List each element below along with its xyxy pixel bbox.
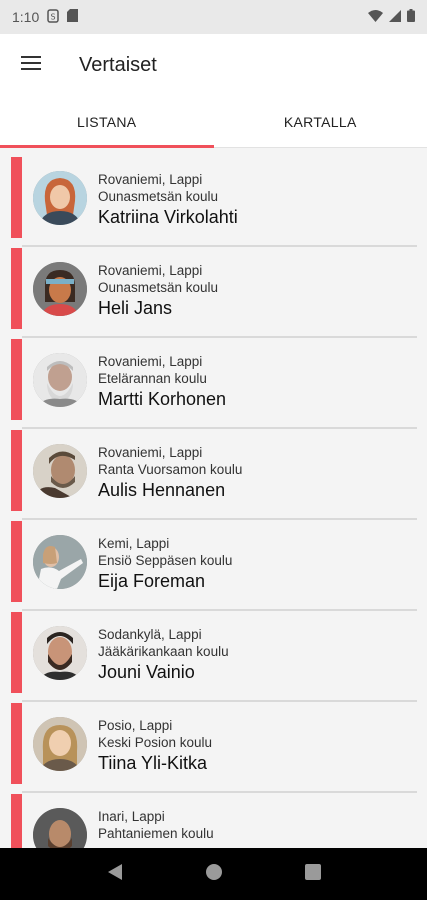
list-item[interactable]: Inari, Lappi Pahtaniemen koulu bbox=[11, 794, 417, 848]
list-item[interactable]: Rovaniemi, Lappi Etelärannan koulu Martt… bbox=[11, 339, 417, 429]
list-item[interactable]: Sodankylä, Lappi Jääkärikankaan koulu Jo… bbox=[11, 612, 417, 702]
peer-location: Rovaniemi, Lappi bbox=[98, 445, 203, 460]
peer-location: Rovaniemi, Lappi bbox=[98, 354, 203, 369]
back-triangle-icon bbox=[107, 863, 123, 886]
divider bbox=[22, 336, 417, 338]
peer-school: Ounasmetsän koulu bbox=[98, 280, 219, 295]
list-item[interactable]: Posio, Lappi Keski Posion koulu Tiina Yl… bbox=[11, 703, 417, 793]
peer-location: Rovaniemi, Lappi bbox=[98, 172, 203, 187]
status-bar: 1:10 S bbox=[0, 0, 427, 34]
storage-icon bbox=[67, 9, 79, 25]
status-time: 1:10 bbox=[12, 9, 40, 25]
peer-location: Posio, Lappi bbox=[98, 718, 173, 733]
battery-icon bbox=[407, 9, 415, 25]
avatar bbox=[33, 262, 87, 316]
wifi-icon bbox=[368, 9, 383, 25]
peer-location: Sodankylä, Lappi bbox=[98, 627, 202, 642]
signal-icon bbox=[389, 9, 401, 25]
avatar bbox=[33, 171, 87, 225]
svg-text:S: S bbox=[51, 12, 56, 21]
tab-kartalla[interactable]: KARTALLA bbox=[214, 96, 427, 147]
list-item[interactable]: Kemi, Lappi Ensiö Seppäsen koulu Eija Fo… bbox=[11, 521, 417, 611]
tab-bar: LISTANA KARTALLA bbox=[0, 96, 427, 148]
peer-location: Kemi, Lappi bbox=[98, 536, 170, 551]
peer-name: Jouni Vainio bbox=[98, 662, 195, 682]
home-button[interactable] bbox=[194, 854, 234, 894]
accent-bar bbox=[11, 703, 22, 784]
peer-name: Tiina Yli-Kitka bbox=[98, 753, 208, 773]
accent-bar bbox=[11, 248, 22, 329]
accent-bar bbox=[11, 521, 22, 602]
divider bbox=[22, 245, 417, 247]
home-circle-icon bbox=[205, 863, 223, 886]
peer-school: Ounasmetsän koulu bbox=[98, 189, 219, 204]
tab-listana[interactable]: LISTANA bbox=[0, 96, 214, 148]
peer-name: Aulis Hennanen bbox=[98, 480, 226, 500]
list-item[interactable]: Rovaniemi, Lappi Ounasmetsän koulu Heli … bbox=[11, 248, 417, 338]
peer-school: Ensiö Seppäsen koulu bbox=[98, 553, 233, 568]
back-button[interactable] bbox=[95, 854, 135, 894]
peer-name: Martti Korhonen bbox=[98, 389, 227, 409]
peer-name: Katriina Virkolahti bbox=[98, 207, 238, 227]
divider bbox=[22, 609, 417, 611]
divider bbox=[22, 427, 417, 429]
sim-icon: S bbox=[47, 8, 59, 26]
app-bar: Vertaiset bbox=[0, 34, 427, 96]
avatar bbox=[33, 535, 87, 589]
recents-square-icon bbox=[304, 863, 321, 885]
menu-button[interactable] bbox=[0, 34, 62, 96]
accent-bar bbox=[11, 430, 22, 511]
peer-school: Pahtaniemen koulu bbox=[98, 826, 214, 841]
avatar bbox=[33, 444, 87, 498]
avatar bbox=[33, 808, 87, 848]
peer-school: Keski Posion koulu bbox=[98, 735, 213, 750]
accent-bar bbox=[11, 157, 22, 238]
avatar bbox=[33, 626, 87, 680]
hamburger-menu-icon bbox=[21, 55, 41, 75]
avatar bbox=[33, 717, 87, 771]
accent-bar bbox=[11, 612, 22, 693]
peer-school: Etelärannan koulu bbox=[98, 371, 207, 386]
recents-button[interactable] bbox=[293, 854, 333, 894]
accent-bar bbox=[11, 794, 22, 848]
page-title: Vertaiset bbox=[79, 53, 157, 76]
system-nav-bar bbox=[0, 848, 427, 900]
list-item[interactable]: Rovaniemi, Lappi Ranta Vuorsamon koulu A… bbox=[11, 430, 417, 520]
accent-bar bbox=[11, 339, 22, 420]
list-item[interactable]: Rovaniemi, Lappi Ounasmetsän koulu Katri… bbox=[11, 157, 417, 247]
peer-school: Jääkärikankaan koulu bbox=[98, 644, 229, 659]
divider bbox=[22, 700, 417, 702]
divider bbox=[22, 518, 417, 520]
peer-location: Rovaniemi, Lappi bbox=[98, 263, 203, 278]
peer-name: Heli Jans bbox=[98, 298, 173, 318]
peer-name: Eija Foreman bbox=[98, 571, 206, 591]
divider bbox=[22, 791, 417, 793]
peer-list: Rovaniemi, Lappi Ounasmetsän koulu Katri… bbox=[0, 148, 427, 848]
avatar bbox=[33, 353, 87, 407]
peer-school: Ranta Vuorsamon koulu bbox=[98, 462, 243, 477]
peer-location: Inari, Lappi bbox=[98, 809, 165, 824]
